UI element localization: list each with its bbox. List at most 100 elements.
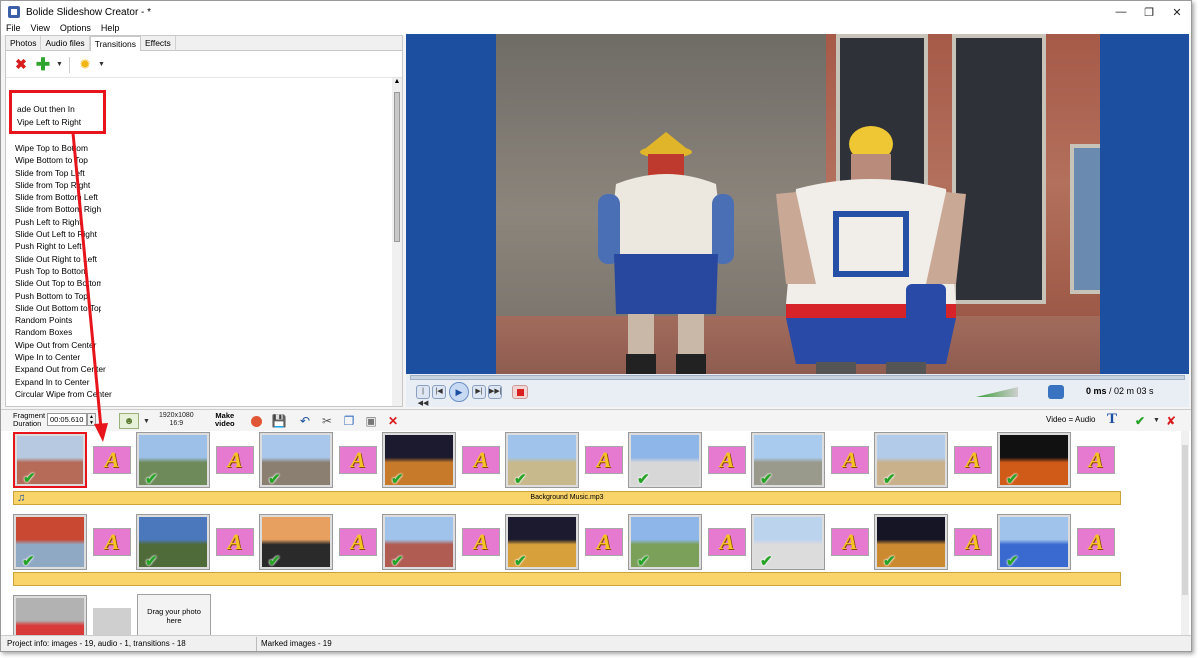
photo-thumbnail[interactable]: ✔ (997, 514, 1071, 570)
transition-tile[interactable]: A (339, 528, 377, 556)
list-item[interactable]: Push Right to Left (13, 240, 101, 252)
fullscreen-icon[interactable] (1048, 385, 1064, 399)
list-item[interactable]: Slide from Bottom Left (13, 191, 101, 203)
transition-tile[interactable]: A (462, 446, 500, 474)
cut-icon[interactable]: ✂ (320, 413, 334, 429)
audio-track-empty[interactable] (13, 572, 1121, 586)
check-icon[interactable]: ✔ (391, 472, 404, 487)
add-dropdown-icon[interactable]: ▼ (56, 61, 63, 68)
transition-tile[interactable]: A (216, 446, 254, 474)
tab-audio-files[interactable]: Audio files (41, 36, 90, 51)
tab-effects[interactable]: Effects (141, 36, 176, 51)
photo-thumbnail[interactable] (13, 595, 87, 635)
photo-dropdown-icon[interactable]: ▼ (143, 418, 150, 425)
scroll-up-icon[interactable]: ▲ (392, 78, 402, 85)
add-icon[interactable]: ✚ (34, 55, 52, 74)
transition-tile[interactable]: A (831, 528, 869, 556)
photo-thumbnail[interactable]: ✔ (13, 514, 87, 570)
photo-thumbnail[interactable]: ✔ (874, 432, 948, 488)
check-icon[interactable]: ✔ (514, 554, 527, 569)
photo-thumbnail[interactable]: ✔ (751, 432, 825, 488)
check-icon[interactable]: ✔ (637, 472, 650, 487)
stop-icon[interactable] (512, 385, 528, 399)
photo-thumbnail[interactable]: ✔ (136, 514, 210, 570)
transition-tile[interactable]: A (708, 446, 746, 474)
tab-transitions[interactable]: Transitions (89, 36, 141, 51)
check-icon[interactable]: ✔ (145, 472, 158, 487)
play-icon[interactable]: ▶ (449, 382, 469, 402)
list-item[interactable]: Expand Out from Center (13, 363, 133, 375)
list-item[interactable]: Random Boxes (13, 326, 133, 338)
list-item[interactable]: Wipe Top to Bottom (13, 142, 133, 154)
photo-thumbnail[interactable]: ✔ (382, 432, 456, 488)
list-item[interactable]: Slide Out Bottom to Top (13, 302, 101, 314)
check-dropdown-icon[interactable]: ▼ (1153, 417, 1160, 424)
record-icon[interactable] (249, 413, 263, 429)
text-icon[interactable]: T (1107, 411, 1117, 428)
resolution-info[interactable]: 1920x1080 16:9 (159, 412, 194, 428)
check-icon[interactable]: ✔ (637, 554, 650, 569)
timeline-scroll-thumb[interactable] (1182, 445, 1188, 595)
maximize-button[interactable]: ❐ (1135, 1, 1163, 23)
photo-thumbnail[interactable]: ✔ (751, 514, 825, 570)
list-item[interactable]: Wipe In to Center (13, 351, 133, 363)
photo-thumbnail[interactable]: ✔ (382, 514, 456, 570)
check-icon[interactable]: ✔ (23, 471, 36, 486)
list-item[interactable]: Push Top to Bottom (13, 265, 101, 277)
photo-thumbnail[interactable]: ✔ (505, 432, 579, 488)
check-icon[interactable]: ✔ (760, 554, 773, 569)
last-frame-icon[interactable]: ▶▶| (488, 385, 502, 399)
transition-tile[interactable]: A (339, 446, 377, 474)
photo-thumbnail[interactable]: ✔ (136, 432, 210, 488)
check-icon[interactable]: ✔ (1006, 554, 1019, 569)
list-item[interactable]: Slide from Top Right (13, 179, 133, 191)
menu-options[interactable]: Options (55, 23, 96, 35)
save-icon[interactable]: 💾 (272, 413, 287, 429)
check-icon[interactable]: ✔ (268, 472, 281, 487)
check-icon[interactable]: ✔ (883, 472, 896, 487)
seek-bar[interactable] (410, 375, 1185, 380)
audio-track[interactable]: ♫ Background Music.mp3 (13, 491, 1121, 505)
list-item[interactable]: Push Bottom to Top (13, 290, 133, 302)
uncheck-icon[interactable]: ✘ (1164, 413, 1178, 429)
tab-photos[interactable]: Photos (6, 36, 42, 51)
transition-tile[interactable]: A (585, 528, 623, 556)
transition-tile[interactable]: A (462, 528, 500, 556)
menu-file[interactable]: File (1, 23, 26, 35)
check-icon[interactable]: ✔ (22, 554, 35, 569)
photo-thumbnail[interactable]: ✔ (259, 432, 333, 488)
photo-thumbnail[interactable]: ✔ (997, 432, 1071, 488)
make-video-button[interactable]: Make video (215, 412, 235, 428)
list-item[interactable]: Random Points (13, 314, 101, 326)
undo-icon[interactable]: ↶ (298, 413, 312, 429)
delete-icon[interactable]: ✖ (12, 56, 30, 74)
check-icon[interactable]: ✔ (268, 554, 281, 569)
fragment-duration-stepper[interactable]: ▲ ▼ (87, 413, 96, 426)
transition-tile[interactable]: A (1077, 446, 1115, 474)
list-scrollbar[interactable]: ▲ (392, 78, 402, 406)
list-item[interactable]: Slide Out Left to Right (13, 228, 101, 240)
list-item[interactable]: Slide Out Right to Left (13, 253, 133, 265)
list-item[interactable]: Wipe Bottom to Top (13, 154, 101, 166)
list-item[interactable]: Slide Out Top to Bottom (13, 277, 101, 289)
list-item[interactable]: Circular Wipe from Center (13, 388, 133, 400)
check-icon[interactable]: ✔ (760, 472, 773, 487)
transition-tile[interactable]: A (831, 446, 869, 474)
menu-view[interactable]: View (26, 23, 55, 35)
list-scroll-thumb[interactable] (394, 92, 400, 242)
fragment-duration-input[interactable]: 00:05.610 (47, 413, 87, 426)
transition-tile[interactable]: A (93, 528, 131, 556)
menu-help[interactable]: Help (96, 23, 125, 35)
drop-zone[interactable]: Drag your photo here (137, 594, 211, 635)
first-frame-icon[interactable]: |◀◀ (416, 385, 430, 407)
minimize-button[interactable]: — (1107, 1, 1135, 23)
timeline-scrollbar[interactable] (1181, 431, 1189, 635)
volume-slider[interactable] (976, 387, 1018, 397)
photo-thumbnail[interactable]: ✔ (13, 432, 87, 488)
sun-icon[interactable]: ✹ (76, 56, 94, 74)
person-photo-icon[interactable]: ☻ (119, 413, 139, 429)
previous-icon[interactable]: |◀ (432, 385, 446, 399)
transition-tile[interactable]: A (585, 446, 623, 474)
close-button[interactable]: ✕ (1163, 1, 1191, 23)
transition-tile[interactable]: A (708, 528, 746, 556)
